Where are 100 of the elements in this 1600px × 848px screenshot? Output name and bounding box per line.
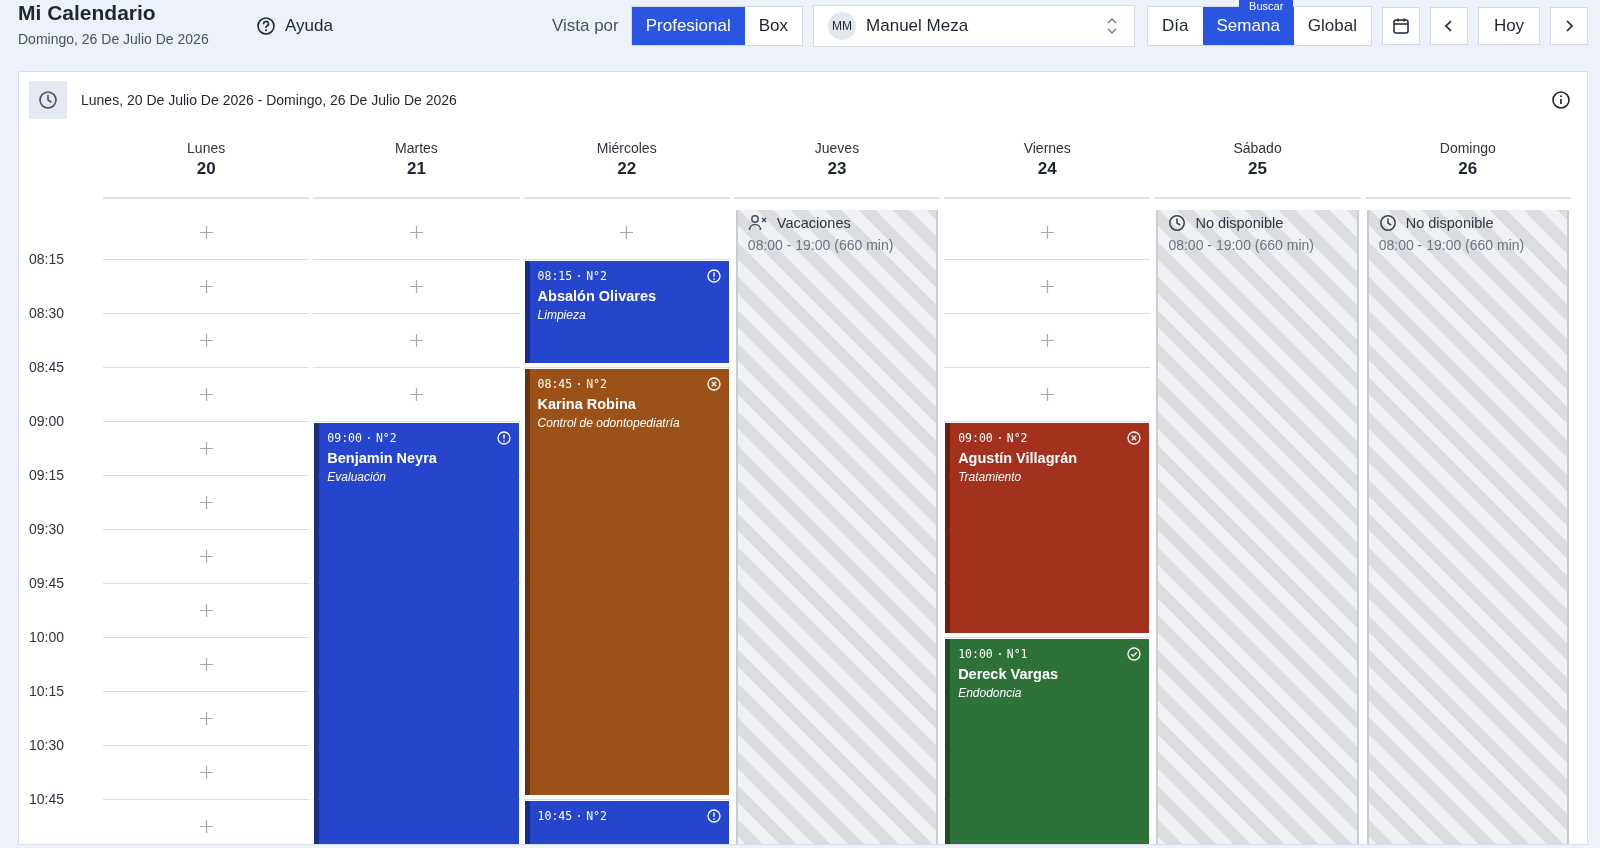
check-icon	[1127, 647, 1142, 661]
clock-icon	[29, 81, 67, 119]
add-slot-button[interactable]	[409, 334, 423, 347]
clock-icon	[1378, 214, 1397, 232]
add-slot-button[interactable]	[199, 334, 213, 347]
time-label: 09:45	[29, 575, 65, 591]
treatment-name: Endodoncia	[958, 686, 1022, 700]
time-label: 09:15	[29, 467, 65, 483]
next-button[interactable]	[1550, 7, 1588, 45]
appointment-time: 09:00	[958, 431, 993, 445]
patient-name: Benjamin Neyra	[327, 450, 437, 466]
appointment-time: 10:00	[958, 647, 993, 661]
alert-icon	[496, 431, 511, 445]
info-icon[interactable]	[1551, 90, 1571, 110]
current-date: Domingo, 26 De Julio De 2026	[18, 30, 210, 47]
add-slot-button[interactable]	[199, 550, 213, 563]
appointment-number: N°1	[1006, 647, 1028, 661]
add-slot-button[interactable]	[199, 766, 213, 779]
person-x-icon	[747, 214, 768, 232]
avatar: MM	[828, 12, 857, 40]
patient-name: Dereck Vargas	[958, 666, 1059, 682]
block-title: Vacaciones	[776, 215, 851, 231]
appointment-time: 08:15	[537, 269, 573, 283]
professional-name: Manuel Meza	[866, 16, 970, 36]
add-slot-button[interactable]	[199, 712, 213, 725]
block-hours: 08:00 - 19:00 (660 min)	[1378, 237, 1525, 253]
add-slot-button[interactable]	[1040, 226, 1054, 239]
previous-button[interactable]	[1430, 7, 1468, 45]
day-number: 20	[196, 159, 216, 179]
page-title: Mi Calendario	[18, 0, 157, 25]
block-hours: 08:00 - 19:00 (660 min)	[1168, 237, 1314, 253]
time-label: 08:30	[29, 305, 65, 321]
add-slot-button[interactable]	[409, 226, 423, 239]
appointment-number: N°2	[586, 809, 607, 823]
add-slot-button[interactable]	[199, 658, 213, 671]
help-button[interactable]: Ayuda	[256, 16, 333, 36]
time-label: 09:30	[29, 521, 65, 537]
add-slot-button[interactable]	[199, 442, 213, 455]
day-name: Martes	[395, 140, 438, 156]
appointment-card[interactable]: 08:45 N°2 Karina Robina Control de odontopediatría	[524, 369, 729, 795]
time-label: 10:45	[29, 791, 65, 807]
time-label: 09:00	[29, 413, 65, 429]
add-slot-button[interactable]	[199, 496, 213, 509]
week-range: Lunes, 20 De Julio De 2026 - Domingo, 26 De Julio De 2026	[81, 92, 457, 108]
patient-name: Absalón Olivares	[537, 288, 657, 304]
calendar-icon	[1392, 17, 1410, 35]
add-slot-button[interactable]	[199, 820, 213, 833]
add-slot-button[interactable]	[199, 604, 213, 617]
appointment-card[interactable]: 10:45 N°2	[524, 801, 729, 844]
day-number: 25	[1248, 159, 1267, 179]
day-number: 21	[406, 159, 426, 179]
time-label: 08:15	[29, 251, 65, 267]
cancel-icon	[1127, 431, 1142, 445]
add-slot-button[interactable]	[199, 280, 213, 293]
add-slot-button[interactable]	[1040, 280, 1054, 293]
appointment-card[interactable]: 10:00 N°1 Dereck Vargas Endodoncia	[945, 639, 1150, 844]
treatment-name: Tratamiento	[958, 470, 1022, 484]
treatment-name: Limpieza	[537, 308, 586, 322]
add-slot-button[interactable]	[409, 388, 423, 401]
patient-name: Agustín Villagrán	[958, 450, 1078, 466]
cancel-icon	[706, 377, 721, 391]
treatment-name: Evaluación	[327, 470, 386, 484]
alert-icon	[706, 269, 721, 283]
add-slot-button[interactable]	[199, 388, 213, 401]
day-name: Viernes	[1023, 140, 1071, 156]
appointment-card[interactable]: 09:00 N°2 Agustín Villagrán Tratamiento	[945, 423, 1150, 633]
block-hours: 08:00 - 19:00 (660 min)	[747, 237, 894, 253]
add-slot-button[interactable]	[620, 226, 634, 239]
appointment-time: 08:45	[537, 377, 573, 391]
day-name: Miércoles	[596, 140, 657, 156]
day-number: 26	[1458, 159, 1478, 179]
time-label: 10:30	[29, 737, 65, 753]
time-label: 10:15	[29, 683, 65, 699]
appointment-card[interactable]: 08:15 N°2 Absalón Olivares Limpieza	[524, 261, 729, 363]
appointment-time: 10:45	[537, 809, 573, 823]
clock-icon	[1168, 214, 1187, 232]
calendar-button[interactable]	[1382, 7, 1420, 45]
day-number: 24	[1037, 159, 1057, 179]
day-number: 22	[617, 159, 637, 179]
add-slot-button[interactable]	[199, 226, 213, 239]
today-button[interactable]: Hoy	[1478, 7, 1540, 45]
add-slot-button[interactable]	[409, 280, 423, 293]
view-toggle[interactable]: Profesional	[631, 7, 745, 45]
appointment-card[interactable]: 09:00 N°2 Benjamin Neyra Evaluación	[314, 423, 519, 844]
time-label: 10:00	[29, 629, 65, 645]
day-name: Jueves	[814, 140, 860, 156]
block-title: No disponible	[1405, 215, 1494, 231]
appointment-time: 09:00	[327, 431, 362, 445]
alert-icon	[706, 809, 721, 823]
day-name: Sábado	[1233, 140, 1282, 156]
appointment-number: N°2	[1006, 431, 1028, 445]
day-name: Lunes	[187, 140, 226, 156]
help-icon	[256, 16, 276, 36]
appointment-number: N°2	[375, 431, 397, 445]
professional-select[interactable]: MM Manuel Meza	[813, 5, 1136, 47]
day-name: Domingo	[1439, 140, 1496, 156]
add-slot-button[interactable]	[1040, 388, 1054, 401]
day-number: 23	[827, 159, 847, 179]
add-slot-button[interactable]	[1040, 334, 1054, 347]
block-title: No disponible	[1195, 215, 1284, 231]
